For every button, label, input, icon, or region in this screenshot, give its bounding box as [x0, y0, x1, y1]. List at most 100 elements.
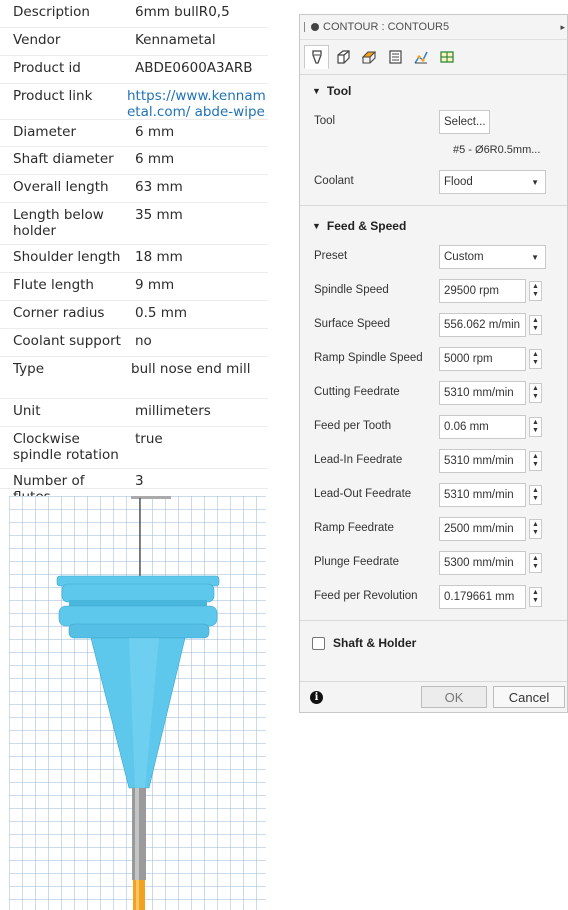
property-value: 6 mm [135, 151, 175, 167]
property-value: 6mm bullR0,5 [135, 4, 230, 20]
dialog-titlebar[interactable]: CONTOUR : CONTOUR5 ▸ [300, 15, 567, 40]
ok-button[interactable]: OK [421, 686, 487, 708]
preset-value: Custom [444, 251, 484, 263]
tool-row: Tool Select... [300, 105, 567, 139]
feed-field-label: Lead-Out Feedrate [314, 488, 412, 500]
tool-shank-highlight [135, 788, 139, 880]
feed-field-input[interactable]: 5310 mm/min [439, 381, 526, 405]
feed-field-input[interactable]: 556.062 m/min [439, 313, 526, 337]
property-label: Flute length [13, 277, 94, 293]
property-label: Description [13, 4, 90, 20]
property-row: Flute length 9 mm [0, 273, 268, 301]
product-link[interactable]: https://www.kennametal.com/ abde-wiper-f… [121, 84, 268, 119]
spinner-icon[interactable]: ▲ ▼ [529, 383, 542, 403]
property-label: Unit [13, 403, 41, 419]
cancel-button[interactable]: Cancel [493, 686, 565, 708]
record-icon [311, 23, 319, 31]
tab-heights[interactable] [356, 45, 381, 69]
select-tool-button[interactable]: Select... [439, 110, 490, 134]
feed-field-label: Spindle Speed [314, 284, 389, 296]
feed-field-row: Cutting Feedrate 5310 mm/min ▲ ▼ [300, 376, 567, 410]
shaft-holder-checkbox[interactable] [312, 636, 325, 650]
property-value: millimeters [135, 403, 211, 419]
property-row: Length below holder 35 mm [0, 203, 268, 245]
spinner-icon[interactable]: ▲ ▼ [529, 281, 542, 301]
feed-field-input[interactable]: 0.179661 mm [439, 585, 526, 609]
spinner-icon[interactable]: ▲ ▼ [529, 417, 542, 437]
feed-field-input[interactable]: 0.06 mm [439, 415, 526, 439]
collapse-triangle-icon: ▼ [312, 221, 321, 231]
tab-tool[interactable] [304, 45, 329, 69]
coolant-value: Flood [444, 176, 473, 188]
spinner-icon[interactable]: ▲ ▼ [529, 349, 542, 369]
feed-field-input[interactable]: 5310 mm/min [439, 483, 526, 507]
feed-field-label: Ramp Feedrate [314, 522, 394, 534]
property-row: Product link https://www.kennametal.com/ … [0, 84, 268, 120]
dialog-footer: i OK Cancel [300, 681, 567, 713]
geometry-icon [336, 50, 350, 64]
tab-passes[interactable] [382, 45, 407, 69]
property-label: Coolant support [13, 333, 121, 349]
passes-icon [388, 50, 402, 64]
property-value: 3 [135, 473, 144, 488]
tool-label: Tool [314, 115, 336, 127]
holder-upper-ring [61, 583, 215, 603]
holder-lower-ring [58, 605, 218, 627]
spinner-icon[interactable]: ▲ ▼ [529, 451, 542, 471]
tab-geometry[interactable] [330, 45, 355, 69]
property-label: Vendor [13, 32, 61, 48]
scroll-indicator [131, 496, 171, 499]
feed-field-row: Surface Speed 556.062 m/min ▲ ▼ [300, 308, 567, 342]
preset-row: Preset Custom ▼ [300, 240, 567, 274]
linking-icon [413, 51, 428, 64]
chevron-down-icon: ▼ [531, 178, 539, 187]
feed-field-label: Lead-In Feedrate [314, 454, 403, 466]
coolant-select[interactable]: Flood ▼ [439, 170, 546, 194]
spinner-icon[interactable]: ▲ ▼ [529, 519, 542, 539]
tool-id-row: #5 - Ø6R0.5mm... [300, 139, 567, 165]
preset-select[interactable]: Custom ▼ [439, 245, 546, 269]
property-label: Length below holder [13, 207, 104, 239]
tool-section-header[interactable]: ▼ Tool [300, 77, 567, 105]
feed-field-row: Ramp Spindle Speed 5000 rpm ▲ ▼ [300, 342, 567, 376]
section-divider [300, 620, 567, 621]
spinner-icon[interactable]: ▲ ▼ [529, 315, 542, 335]
coolant-label: Coolant [314, 175, 354, 187]
shaft-holder-row[interactable]: Shaft & Holder [300, 627, 567, 659]
property-row: Clockwise spindle rotation true [0, 427, 268, 469]
feed-field-row: Spindle Speed 29500 rpm ▲ ▼ [300, 274, 567, 308]
drag-handle-icon[interactable] [304, 22, 307, 32]
property-row: Overall length 63 mm [0, 175, 268, 203]
property-value: 18 mm [135, 249, 183, 265]
feed-speed-section-header[interactable]: ▼ Feed & Speed [300, 212, 567, 240]
tab-linking[interactable] [408, 45, 433, 69]
expand-arrow-icon[interactable]: ▸ [560, 22, 565, 33]
property-label: Product id [13, 60, 81, 76]
feed-field-input[interactable]: 5000 rpm [439, 347, 526, 371]
property-label: Corner radius [13, 305, 105, 321]
property-value: ABDE0600A3ARB [135, 60, 253, 76]
feed-field-label: Feed per Tooth [314, 420, 392, 432]
property-label: Shoulder length [13, 249, 121, 265]
holder-base-ring [68, 623, 210, 639]
spinner-icon[interactable]: ▲ ▼ [529, 485, 542, 505]
dialog-title: CONTOUR : CONTOUR5 [323, 21, 450, 33]
property-row: Unit millimeters [0, 399, 268, 427]
feed-field-row: Lead-Out Feedrate 5310 mm/min ▲ ▼ [300, 478, 567, 512]
feed-field-input[interactable]: 2500 mm/min [439, 517, 526, 541]
property-row: Product id ABDE0600A3ARB [0, 56, 268, 84]
property-label: Number of flutes [13, 473, 85, 496]
spinner-icon[interactable]: ▲ ▼ [529, 587, 542, 607]
info-icon[interactable]: i [310, 691, 323, 704]
contour-dialog: CONTOUR : CONTOUR5 ▸ ▼ Tool Tool Select.… [299, 14, 568, 713]
property-value: 6 mm [135, 124, 175, 140]
feed-field-input[interactable]: 5310 mm/min [439, 449, 526, 473]
holder-groove [69, 600, 207, 606]
spinner-icon[interactable]: ▲ ▼ [529, 553, 542, 573]
tab-post-process[interactable] [434, 45, 459, 69]
feed-field-input[interactable]: 5300 mm/min [439, 551, 526, 575]
feed-field-row: Lead-In Feedrate 5310 mm/min ▲ ▼ [300, 444, 567, 478]
tool-preview-viewport[interactable] [9, 496, 266, 910]
feed-field-input[interactable]: 29500 rpm [439, 279, 526, 303]
feed-speed-section-label: Feed & Speed [326, 219, 407, 233]
